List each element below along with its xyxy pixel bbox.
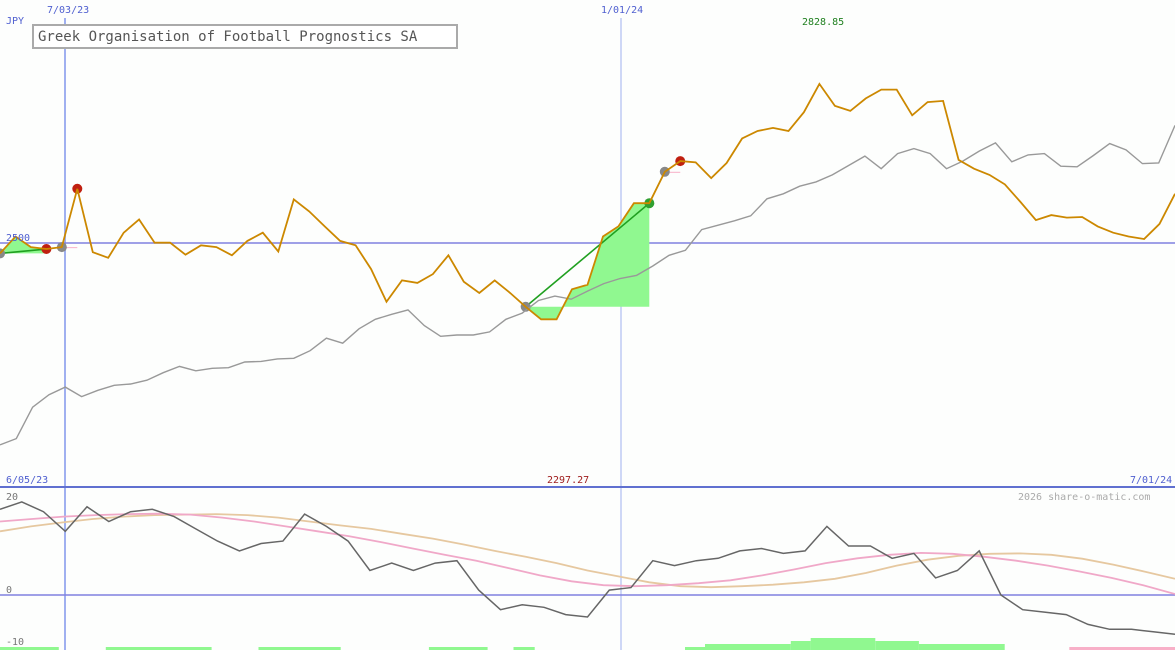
stock-chart: JPY 7/03/23 1/01/24 2828.85 2500 6/05/23… [0,5,1175,650]
trade-markers [0,156,686,320]
volume-bar-10 [918,644,1005,650]
max-value-label: 2828.85 [802,17,844,28]
date-label-top-2: 1/01/24 [601,5,643,16]
volume-bar-9 [875,641,919,650]
date-label-top-1: 7/03/23 [47,5,89,16]
date-label-bottom-end: 7/01/24 [1130,475,1172,486]
volume-bar-6 [705,644,791,650]
indicator-series [0,501,1175,635]
indicator-series-0 [0,501,1175,635]
copyright-label: 2026 share-o-matic.com [1018,492,1150,503]
volume-bar-8 [810,638,876,650]
trade-gain-area-2 [525,203,650,320]
date-label-bottom-start: 6/05/23 [6,475,48,486]
indicator-series-2 [0,513,1175,589]
price-series [0,82,1175,446]
volume-bars [0,638,1175,650]
chart-title: Greek Organisation of Football Prognosti… [38,29,418,45]
grid [0,18,1175,650]
indicator-tick-0: 0 [6,585,12,596]
indicator-tick-20: 20 [6,492,18,503]
title-box: Greek Organisation of Football Prognosti… [32,24,458,49]
currency-label: JPY [6,16,24,27]
volume-bar-7 [790,641,811,650]
y-tick-label-2500: 2500 [6,233,30,244]
price-series-0 [0,82,1175,321]
min-value-label: 2297.27 [547,475,589,486]
indicator-tick-neg10: -10 [6,637,24,648]
